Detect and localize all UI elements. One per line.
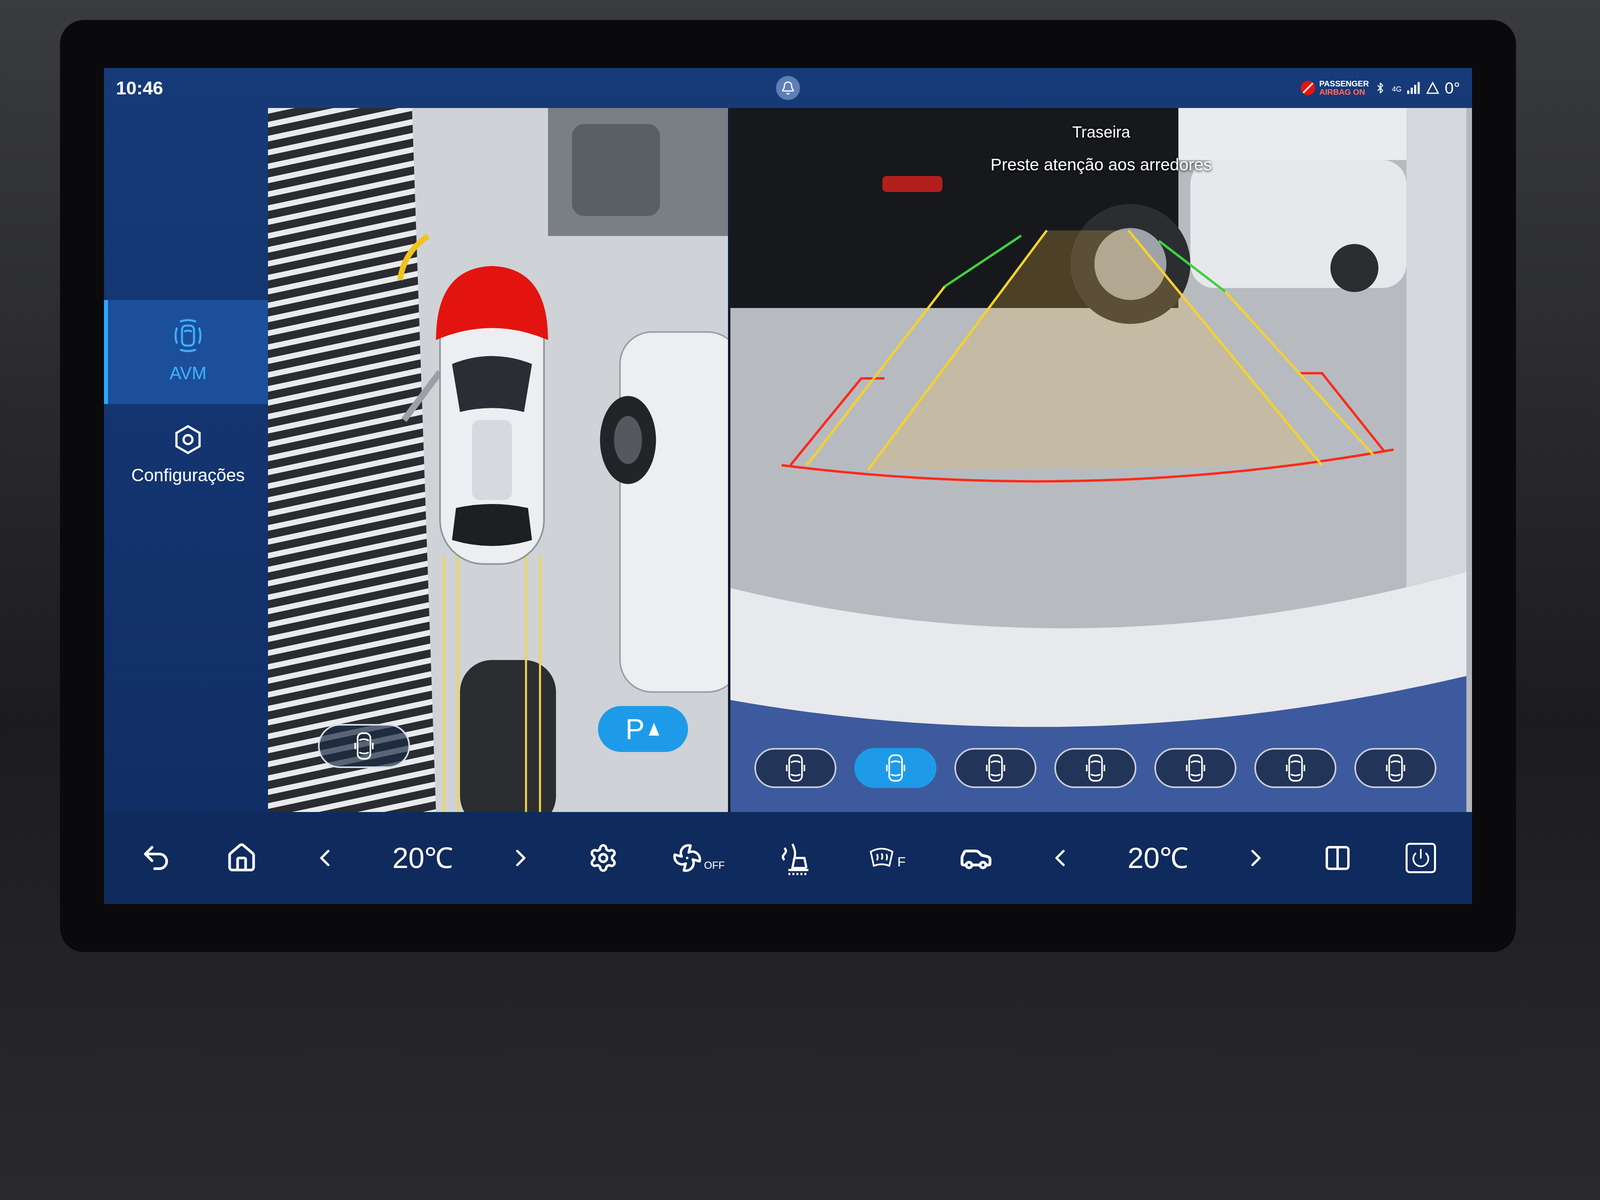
camera-warning: Preste atenção aos arredores <box>990 152 1212 178</box>
sidebar: AVM Configurações <box>104 108 268 812</box>
sidebar-item[interactable]: AVM <box>104 300 268 404</box>
view-button[interactable] <box>1254 748 1337 788</box>
sidebar-item[interactable]: Configurações <box>104 404 268 508</box>
defrost-label: F <box>897 851 906 872</box>
clock: 10:46 <box>116 74 276 102</box>
view-button[interactable] <box>854 748 937 788</box>
split-screen-icon[interactable] <box>1323 843 1352 873</box>
view-button[interactable] <box>1354 748 1437 788</box>
parking-sensor-icon <box>647 721 661 738</box>
right-temperature: 20℃ <box>1127 836 1189 880</box>
car-view-icon <box>354 731 374 761</box>
surround-view: P <box>268 108 728 812</box>
sidebar-label: AVM <box>169 360 207 387</box>
warning-triangle-icon <box>1426 81 1439 95</box>
settings-hexagon-icon <box>172 423 204 456</box>
parking-label: P <box>625 714 645 744</box>
display: 10:46 PASSENGERAIRBAG ON 4G 0° AVM Configuraç… <box>104 68 1472 904</box>
car-view-icon <box>1086 753 1106 783</box>
view-button[interactable] <box>1054 748 1137 788</box>
car-view-icon <box>1286 753 1306 783</box>
avm-icon <box>170 317 206 354</box>
gear-icon[interactable] <box>588 842 619 874</box>
main-area: AVM Configurações P Traseira Preste atenção … <box>104 108 1472 812</box>
car-view-icon <box>886 753 906 783</box>
screen-bezel: 10:46 PASSENGERAIRBAG ON 4G 0° AVM Configuraç… <box>60 20 1516 952</box>
car-view-icon <box>786 753 806 783</box>
car-view-icon <box>986 753 1006 783</box>
airbag-line: PASSENGER <box>1319 79 1369 88</box>
back-icon[interactable] <box>140 842 172 874</box>
bell-icon <box>780 80 796 96</box>
signal-icon <box>1407 81 1422 95</box>
fan-button[interactable]: OFF <box>672 842 725 874</box>
power-button[interactable] <box>1405 842 1436 874</box>
view-button[interactable] <box>954 748 1037 788</box>
left-temperature: 20℃ <box>392 836 454 880</box>
car-view-icon <box>1386 753 1406 783</box>
view-button[interactable] <box>754 748 837 788</box>
airbag-line: AIRBAG ON <box>1319 88 1369 97</box>
power-icon <box>1410 848 1431 868</box>
fan-state: OFF <box>704 857 725 874</box>
sidebar-label: Configurações <box>131 462 245 489</box>
seat-heat-icon[interactable] <box>778 840 815 876</box>
right-temp-up-icon[interactable] <box>1242 844 1270 872</box>
parking-button[interactable]: P <box>598 706 688 752</box>
network-type: 4G <box>1392 84 1402 95</box>
bluetooth-icon <box>1374 81 1387 95</box>
page: 10:46 PASSENGERAIRBAG ON 4G 0° AVM Configuraç… <box>0 0 1600 1200</box>
view-buttons <box>754 748 1437 788</box>
home-icon[interactable] <box>225 842 258 874</box>
right-temp-down-icon[interactable] <box>1046 844 1074 872</box>
defrost-icon <box>867 844 896 872</box>
left-temp-down-icon[interactable] <box>310 844 339 872</box>
left-temp-up-icon[interactable] <box>506 844 535 872</box>
view-button[interactable] <box>1154 748 1237 788</box>
rear-camera: Traseira Preste atenção aos arredores <box>728 108 1472 812</box>
bottom-bar: 20℃ OFF F 20℃ <box>104 812 1472 904</box>
single-view-button[interactable] <box>318 724 410 768</box>
status-icons: PASSENGERAIRBAG ON 4G 0° <box>1300 76 1460 100</box>
airbag-status: PASSENGERAIRBAG ON <box>1300 79 1369 97</box>
fan-icon <box>672 842 703 874</box>
car-view-icon <box>1186 753 1206 783</box>
car-icon[interactable] <box>959 841 993 875</box>
defrost-button[interactable]: F <box>867 844 906 872</box>
airbag-icon <box>1300 80 1316 96</box>
notification-button[interactable] <box>776 76 800 100</box>
camera-title: Traseira <box>1072 120 1130 144</box>
camera-caption: Traseira Preste atenção aos arredores <box>730 120 1472 178</box>
rear-camera-drawing <box>730 108 1467 812</box>
status-bar: 10:46 PASSENGERAIRBAG ON 4G 0° <box>104 68 1472 108</box>
outside-temperature: 0° <box>1444 76 1460 100</box>
